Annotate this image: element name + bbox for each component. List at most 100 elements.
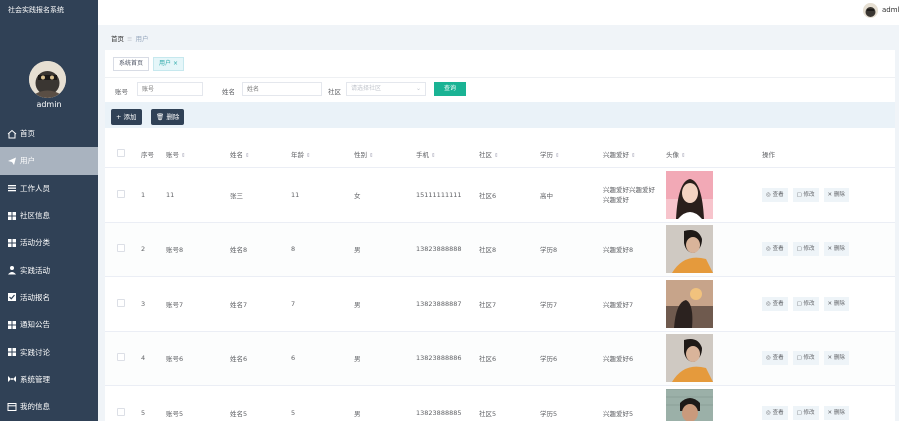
row-delete-button[interactable]: ✕ 删除 bbox=[823, 296, 849, 311]
sort-icon[interactable]: ⇕ bbox=[555, 153, 560, 159]
sidebar-item-label: 实践活动 bbox=[20, 265, 50, 275]
sidebar-item-activity-category[interactable]: 活动分类 bbox=[0, 229, 98, 256]
cell-hobby: 兴趣爱好7 bbox=[603, 300, 634, 309]
eye-icon: ◎ bbox=[766, 355, 771, 362]
sidebar-item-notice[interactable]: 通知公告 bbox=[0, 311, 98, 338]
user-photo[interactable] bbox=[666, 170, 713, 219]
sidebar-item-community[interactable]: 社区信息 bbox=[0, 202, 98, 229]
table-row[interactable]: 4 账号6 姓名6 6 男 13823888886 社区6 学历6 兴趣爱好6 … bbox=[105, 331, 895, 386]
select-all-checkbox[interactable] bbox=[117, 148, 125, 157]
cell-index: 3 bbox=[141, 299, 146, 308]
search-button[interactable]: 查询 bbox=[434, 82, 466, 96]
col-label: 账号 bbox=[166, 150, 179, 159]
admin-avatar[interactable] bbox=[29, 61, 66, 98]
sidebar-item-practice-activity[interactable]: 实践活动 bbox=[0, 256, 98, 283]
sort-icon[interactable]: ⇕ bbox=[631, 153, 636, 159]
col-name[interactable]: 姓名 ⇕ bbox=[224, 149, 285, 159]
col-hobby[interactable]: 兴趣爱好 ⇕ bbox=[597, 149, 660, 159]
add-button[interactable]: + 添加 bbox=[111, 109, 142, 125]
sidebar-item-my-info[interactable]: 我的信息 bbox=[0, 393, 98, 420]
col-age[interactable]: 年龄 ⇕ bbox=[285, 149, 348, 159]
close-icon[interactable]: × bbox=[173, 60, 178, 67]
cell-account: 账号6 bbox=[166, 355, 184, 364]
person-icon bbox=[6, 265, 17, 276]
sort-icon[interactable]: ⇕ bbox=[181, 153, 186, 159]
sort-icon[interactable]: ⇕ bbox=[369, 153, 374, 159]
view-button[interactable]: ◎ 查看 bbox=[762, 242, 788, 257]
tab-users[interactable]: 用户 × bbox=[153, 57, 185, 71]
row-checkbox[interactable] bbox=[117, 298, 125, 307]
wrench-icon bbox=[6, 374, 17, 385]
table-row[interactable]: 3 账号7 姓名7 7 男 13823888887 社区7 学历7 兴趣爱好7 … bbox=[105, 277, 895, 332]
edit-button[interactable]: ▢ 修改 bbox=[792, 405, 819, 420]
sidebar-item-discussion[interactable]: 实践讨论 bbox=[0, 338, 98, 365]
header-username[interactable]: adml bbox=[882, 6, 899, 14]
view-button[interactable]: ◎ 查看 bbox=[762, 351, 788, 366]
eye-icon: ◎ bbox=[766, 409, 771, 416]
account-label: 账号 bbox=[115, 88, 128, 96]
table-row[interactable]: 5 账号5 姓名5 5 男 13823888885 社区5 学历5 兴趣爱好5 … bbox=[105, 386, 895, 421]
edit-icon: ▢ bbox=[796, 300, 802, 307]
col-gender[interactable]: 性别 ⇕ bbox=[348, 149, 410, 159]
sort-icon[interactable]: ⇕ bbox=[306, 153, 311, 159]
breadcrumb-home[interactable]: 首页 bbox=[111, 35, 124, 43]
col-phone[interactable]: 手机 ⇕ bbox=[410, 149, 473, 159]
row-delete-button[interactable]: ✕ 删除 bbox=[823, 187, 849, 202]
col-education[interactable]: 学历 ⇕ bbox=[534, 149, 597, 159]
row-delete-button[interactable]: ✕ 删除 bbox=[823, 242, 849, 257]
sidebar-item-system[interactable]: 系统管理 bbox=[0, 366, 98, 393]
cell-avatar bbox=[660, 170, 756, 219]
tab-label: 系统首页 bbox=[119, 60, 144, 67]
cell-name: 姓名5 bbox=[230, 409, 248, 418]
col-avatar[interactable]: 头像 ⇕ bbox=[660, 149, 756, 159]
user-photo[interactable] bbox=[666, 334, 713, 383]
view-button[interactable]: ◎ 查看 bbox=[762, 405, 788, 420]
row-checkbox[interactable] bbox=[117, 244, 125, 253]
row-checkbox[interactable] bbox=[117, 189, 125, 198]
col-account[interactable]: 账号 ⇕ bbox=[160, 149, 224, 159]
cell-hobby: 兴趣爱好6 bbox=[603, 355, 634, 364]
edit-button[interactable]: ▢ 修改 bbox=[792, 242, 819, 257]
user-photo[interactable] bbox=[666, 225, 713, 274]
sort-icon[interactable]: ⇕ bbox=[681, 153, 686, 159]
row-checkbox[interactable] bbox=[117, 407, 125, 416]
row-checkbox[interactable] bbox=[117, 353, 125, 362]
sidebar-item-registration[interactable]: 活动报名 bbox=[0, 284, 98, 311]
cell-index: 2 bbox=[141, 245, 146, 254]
user-photo[interactable] bbox=[666, 388, 713, 421]
col-label: 姓名 bbox=[230, 150, 243, 159]
sidebar: 社会实践报名系统 admin 首页 用户 工作人员 社区信息 活动分类 实践活动… bbox=[0, 0, 98, 421]
table-row[interactable]: 2 账号8 姓名8 8 男 13823888888 社区8 学历8 兴趣爱好8 … bbox=[105, 222, 895, 277]
user-photo[interactable] bbox=[666, 279, 713, 328]
edit-icon: ▢ bbox=[796, 191, 802, 198]
row-delete-button[interactable]: ✕ 删除 bbox=[823, 405, 849, 420]
paper-plane-icon bbox=[6, 155, 17, 166]
row-select-cell bbox=[105, 407, 135, 418]
delete-button[interactable]: 🗑 删除 bbox=[151, 109, 185, 125]
cell-community: 社区7 bbox=[479, 300, 497, 309]
edit-button[interactable]: ▢ 修改 bbox=[792, 351, 819, 366]
sort-icon[interactable]: ⇕ bbox=[431, 153, 436, 159]
edit-button[interactable]: ▢ 修改 bbox=[792, 187, 819, 202]
sort-icon[interactable]: ⇕ bbox=[245, 153, 250, 159]
edit-icon: ▢ bbox=[796, 409, 802, 416]
edit-button[interactable]: ▢ 修改 bbox=[792, 296, 819, 311]
sidebar-item-label: 工作人员 bbox=[20, 183, 50, 193]
col-community[interactable]: 社区 ⇕ bbox=[473, 149, 534, 159]
table-row[interactable]: 1 11 张三 11 女 15111111111 社区6 高中 兴趣爱好兴趣爱好… bbox=[105, 168, 895, 223]
tab-system-home[interactable]: 系统首页 bbox=[113, 57, 150, 71]
sidebar-item-home[interactable]: 首页 bbox=[0, 120, 98, 147]
row-delete-button[interactable]: ✕ 删除 bbox=[823, 351, 849, 366]
account-input[interactable] bbox=[137, 82, 203, 96]
sidebar-item-users[interactable]: 用户 bbox=[0, 147, 98, 175]
community-select[interactable]: 请选择社区 ⌄ bbox=[346, 82, 426, 96]
sidebar-item-staff[interactable]: 工作人员 bbox=[0, 175, 98, 202]
view-button[interactable]: ◎ 查看 bbox=[762, 296, 788, 311]
header-avatar[interactable] bbox=[863, 3, 878, 18]
sidebar-item-label: 通知公告 bbox=[20, 320, 50, 330]
view-button[interactable]: ◎ 查看 bbox=[762, 187, 788, 202]
sidebar-item-label: 我的信息 bbox=[20, 402, 50, 412]
delete-label: 删除 bbox=[833, 355, 845, 362]
name-input[interactable] bbox=[242, 82, 322, 96]
sort-icon[interactable]: ⇕ bbox=[494, 153, 499, 159]
